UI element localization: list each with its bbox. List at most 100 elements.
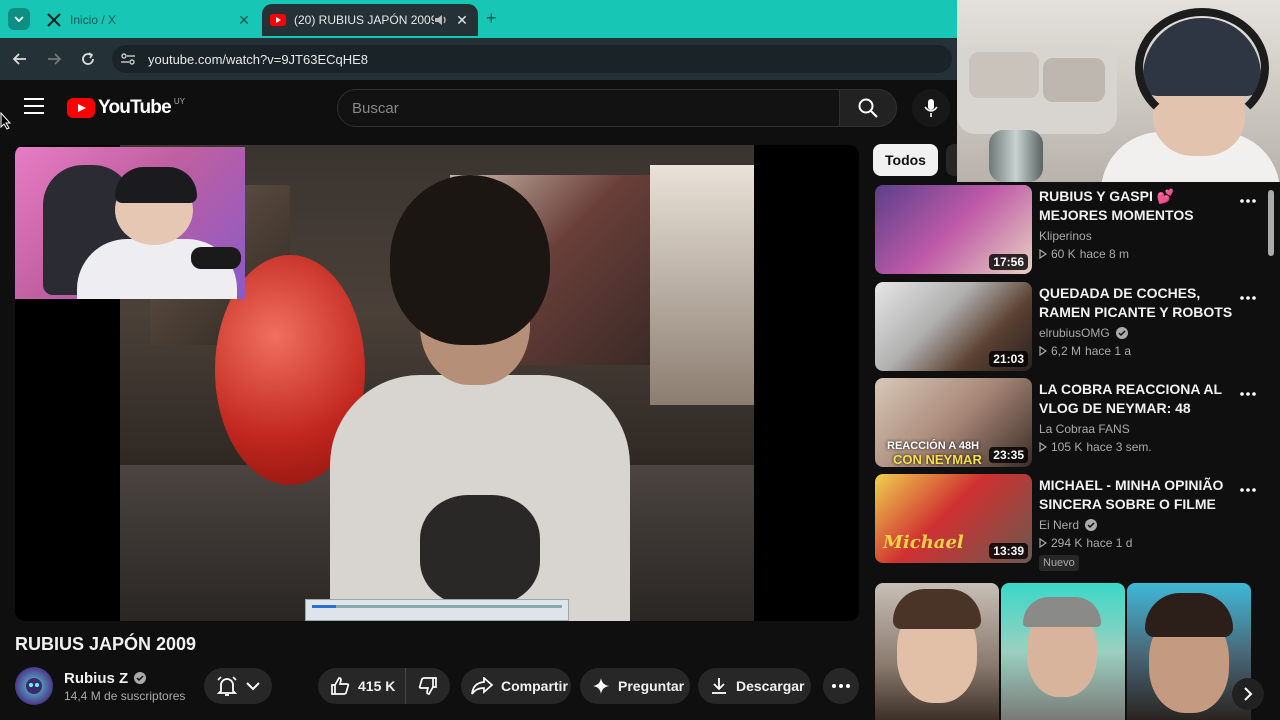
duration-badge: 17:56	[989, 254, 1028, 270]
subscription-notifications-button[interactable]	[204, 668, 272, 704]
like-button[interactable]: 415 K	[318, 668, 406, 704]
recommendation-channel-row: elrubiusOMG	[1039, 326, 1235, 340]
back-arrow-icon[interactable]	[10, 49, 30, 69]
ask-label: Preguntar	[618, 678, 685, 694]
recommendation-channel-row: Ei Nerd	[1039, 518, 1235, 532]
x-logo-icon	[46, 12, 62, 28]
share-button[interactable]: Compartir	[461, 668, 571, 704]
speaker-icon[interactable]	[434, 14, 452, 26]
search-icon	[858, 98, 878, 118]
video-thumbnail[interactable]: 17:56	[875, 185, 1032, 274]
duration-badge: 21:03	[989, 351, 1028, 367]
address-bar[interactable]: youtube.com/watch?v=9JT63ECqHE8	[112, 45, 952, 73]
recommendation-title[interactable]: QUEDADA DE COCHES, RAMEN PICANTE Y ROBOT…	[1039, 284, 1235, 322]
channel-avatar[interactable]	[15, 667, 53, 705]
like-dislike-group: 415 K	[318, 668, 450, 704]
search-input[interactable]: Buscar	[337, 89, 839, 127]
video-thumbnail[interactable]: Michael 13:39	[875, 474, 1032, 563]
site-settings-icon[interactable]	[120, 52, 142, 66]
video-thumbnail[interactable]: 21:03	[875, 282, 1032, 371]
microphone-icon	[924, 99, 938, 117]
youtube-play-icon	[67, 98, 95, 118]
recommendation-stats: 294 Khace 1 d	[1039, 536, 1235, 550]
forward-arrow-icon[interactable]	[44, 49, 64, 69]
tab-search-button[interactable]	[8, 8, 30, 30]
chevron-down-icon	[14, 16, 24, 23]
browser-tab-bar: Inicio / X ✕ (20) RUBIUS JAPÓN 2009 - Y …	[0, 0, 957, 38]
sidebar-scrollbar[interactable]	[1268, 190, 1274, 256]
views-icon	[1039, 442, 1047, 452]
close-icon[interactable]: ✕	[234, 12, 254, 29]
short-thumbnail[interactable]	[875, 583, 999, 720]
dislike-button[interactable]	[406, 676, 450, 696]
thumbnail-caption: REACCIÓN A 48H	[887, 440, 980, 452]
video-title: RUBIUS JAPÓN 2009	[15, 634, 197, 654]
video-thumbnail[interactable]: REACCIÓN A 48H CON NEYMAR 23:35	[875, 378, 1032, 467]
recommendation-title[interactable]: MICHAEL - MINHA OPINIÃO SINCERA SOBRE O …	[1039, 476, 1235, 514]
shorts-shelf	[873, 583, 1253, 720]
download-label: Descargar	[736, 678, 805, 694]
reload-icon[interactable]	[78, 49, 98, 69]
download-icon	[712, 678, 726, 694]
next-arrow-button[interactable]	[1232, 678, 1264, 710]
ask-button[interactable]: Preguntar	[580, 668, 690, 704]
recommendation-channel: La Cobraa FANS	[1039, 422, 1130, 436]
subscriber-count: 14,4 M de suscriptores	[64, 688, 186, 703]
download-button[interactable]: Descargar	[698, 668, 811, 704]
recommendation-channel: Kliperinos	[1039, 229, 1092, 243]
more-actions-button[interactable]	[823, 668, 859, 704]
share-arrow-icon	[471, 677, 493, 695]
recommendation-item[interactable]: REACCIÓN A 48H CON NEYMAR 23:35 LA COBRA…	[873, 378, 1265, 468]
close-icon[interactable]: ✕	[452, 12, 472, 29]
video-player[interactable]	[15, 145, 859, 621]
recommendation-stats: 60 Khace 8 m	[1039, 247, 1235, 261]
more-vertical-icon[interactable]	[1236, 478, 1260, 502]
new-tab-plus-icon[interactable]: +	[486, 8, 497, 29]
sparkle-icon	[593, 678, 609, 694]
chevron-right-icon	[1244, 687, 1253, 701]
more-vertical-icon[interactable]	[1236, 382, 1260, 406]
thumbnail-caption: CON NEYMAR	[893, 452, 982, 467]
thumbs-up-icon	[331, 677, 350, 695]
tab-x-home[interactable]: Inicio / X ✕	[38, 4, 260, 36]
verified-icon	[1115, 327, 1128, 339]
channel-name-row[interactable]: Rubius Z	[64, 670, 185, 687]
logo-text: YouTube	[98, 97, 172, 118]
verified-icon	[1085, 519, 1098, 531]
voice-search-button[interactable]	[912, 89, 950, 127]
more-vertical-icon[interactable]	[1236, 189, 1260, 213]
streamer-webcam-overlay	[957, 0, 1280, 182]
chevron-down-icon	[246, 682, 260, 691]
embedded-player-controls	[305, 599, 569, 621]
url-text: youtube.com/watch?v=9JT63ECqHE8	[148, 51, 369, 67]
youtube-logo[interactable]: YouTube UY	[67, 97, 185, 119]
screen: Inicio / X ✕ (20) RUBIUS JAPÓN 2009 - Y …	[0, 0, 1280, 720]
thumbnail-caption: Michael	[883, 532, 964, 553]
recommendation-item[interactable]: 17:56 RUBIUS Y GASPI 💕 MEJORES MOMENTOS …	[873, 185, 1265, 275]
youtube-favicon-icon	[270, 12, 286, 28]
new-badge: Nuevo	[1039, 555, 1079, 571]
youtube-header: YouTube UY Buscar	[0, 80, 957, 136]
channel-name: Rubius Z	[64, 669, 129, 687]
chip-todos[interactable]: Todos	[873, 144, 938, 176]
country-code: UY	[173, 96, 185, 106]
like-count: 415 K	[358, 678, 396, 694]
share-label: Compartir	[501, 678, 568, 694]
recommendation-title[interactable]: LA COBRA REACCIONA AL VLOG DE NEYMAR: 48…	[1039, 380, 1235, 418]
thumbs-down-icon	[418, 677, 437, 695]
more-vertical-icon[interactable]	[1236, 286, 1260, 310]
menu-icon[interactable]	[24, 98, 44, 114]
search-button[interactable]	[839, 89, 897, 127]
tab-youtube-video[interactable]: (20) RUBIUS JAPÓN 2009 - Y ✕	[262, 4, 478, 36]
short-thumbnail[interactable]	[1001, 583, 1125, 720]
verified-icon	[134, 672, 147, 684]
channel-owner: Rubius Z 14,4 M de suscriptores	[15, 664, 185, 708]
tab-title: (20) RUBIUS JAPÓN 2009 - Y	[294, 13, 434, 27]
recommendation-item[interactable]: 21:03 QUEDADA DE COCHES, RAMEN PICANTE Y…	[873, 282, 1265, 372]
browser-toolbar: youtube.com/watch?v=9JT63ECqHE8	[0, 38, 957, 80]
recommendation-title[interactable]: RUBIUS Y GASPI 💕 MEJORES MOMENTOS Resume…	[1039, 187, 1235, 225]
person-in-video	[330, 175, 630, 621]
duration-badge: 13:39	[989, 543, 1028, 559]
tab-title: Inicio / X	[70, 13, 117, 27]
recommendation-item[interactable]: Michael 13:39 MICHAEL - MINHA OPINIÃO SI…	[873, 474, 1265, 574]
